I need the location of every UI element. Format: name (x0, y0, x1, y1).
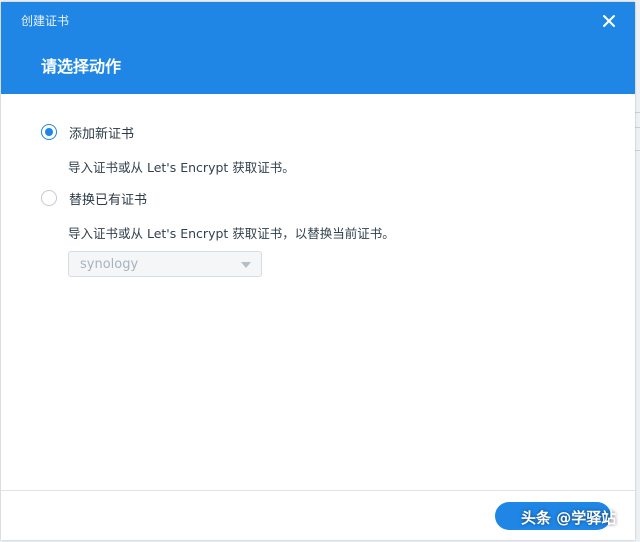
footer-divider (1, 490, 635, 491)
step-title: 请选择动作 (41, 57, 122, 76)
radio-replace-existing-certificate[interactable] (41, 190, 57, 206)
option-label: 添加新证书 (69, 126, 135, 142)
chevron-down-icon (241, 262, 251, 268)
option-add-new-certificate[interactable]: 添加新证书 (41, 122, 134, 142)
create-certificate-dialog: 创建证书 请选择动作 添加新证书 导入证书或从 Let's Encrypt 获取… (1, 2, 635, 540)
close-icon (603, 15, 615, 27)
close-button[interactable] (599, 11, 619, 31)
option-label: 替换已有证书 (69, 192, 148, 208)
option-description: 导入证书或从 Let's Encrypt 获取证书，以替换当前证书。 (68, 226, 395, 241)
option-replace-existing-certificate[interactable]: 替换已有证书 (41, 188, 147, 208)
dialog-title: 创建证书 (21, 14, 70, 28)
certificate-select[interactable]: synology (68, 251, 262, 277)
watermark: 头条 @学驿站 (521, 509, 617, 527)
option-description: 导入证书或从 Let's Encrypt 获取证书。 (68, 160, 295, 175)
dialog-header: 创建证书 请选择动作 (1, 2, 635, 94)
certificate-select-value: synology (80, 257, 139, 272)
radio-add-new-certificate[interactable] (41, 124, 57, 140)
